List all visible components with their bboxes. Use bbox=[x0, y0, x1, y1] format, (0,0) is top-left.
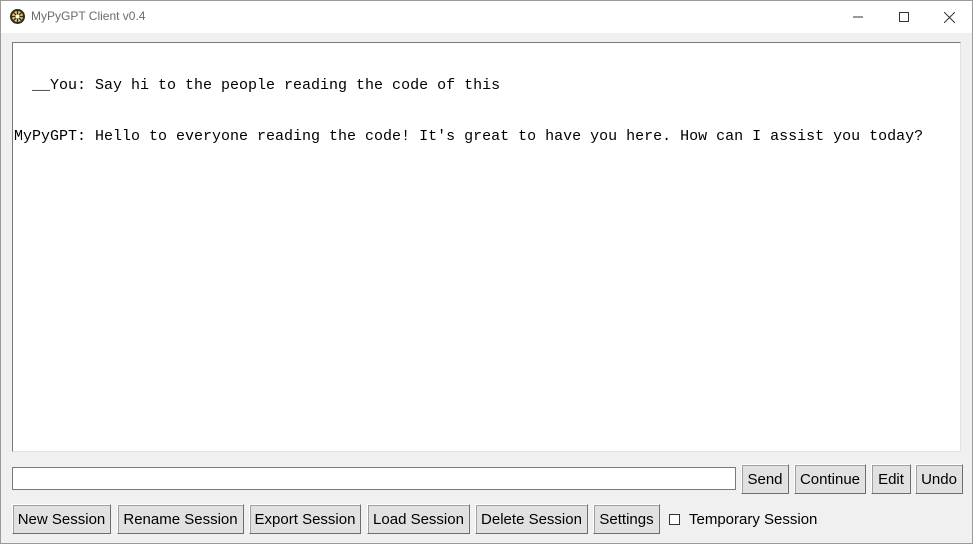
title-bar[interactable]: MyPyGPT Client v0.4 bbox=[1, 1, 972, 33]
edit-button[interactable]: Edit bbox=[871, 464, 911, 494]
app-logo-icon bbox=[9, 8, 26, 25]
rename-session-button[interactable]: Rename Session bbox=[117, 504, 244, 534]
window-title: MyPyGPT Client v0.4 bbox=[31, 9, 146, 23]
load-session-button[interactable]: Load Session bbox=[367, 504, 470, 534]
send-button[interactable]: Send bbox=[741, 464, 789, 494]
app-window: MyPyGPT Client v0.4 __You: Say hi to the… bbox=[0, 0, 973, 544]
chat-message-assistant: MyPyGPT: Hello to everyone reading the c… bbox=[14, 128, 924, 145]
temporary-session-label: Temporary Session bbox=[689, 510, 818, 528]
minimize-button[interactable] bbox=[835, 1, 881, 33]
close-icon bbox=[943, 11, 955, 23]
maximize-icon bbox=[899, 12, 909, 22]
continue-button[interactable]: Continue bbox=[794, 464, 866, 494]
temporary-session-toggle[interactable]: Temporary Session bbox=[669, 508, 817, 530]
maximize-button[interactable] bbox=[881, 1, 927, 33]
new-session-button[interactable]: New Session bbox=[12, 504, 111, 534]
chat-message-user: __You: Say hi to the people reading the … bbox=[14, 77, 501, 94]
message-input[interactable] bbox=[12, 467, 736, 490]
delete-session-button[interactable]: Delete Session bbox=[475, 504, 588, 534]
close-button[interactable] bbox=[926, 1, 972, 33]
minimize-icon bbox=[853, 16, 863, 18]
undo-button[interactable]: Undo bbox=[915, 464, 963, 494]
temporary-session-checkbox[interactable] bbox=[669, 513, 680, 525]
export-session-button[interactable]: Export Session bbox=[249, 504, 361, 534]
settings-button[interactable]: Settings bbox=[593, 504, 660, 534]
chat-history[interactable]: __You: Say hi to the people reading the … bbox=[12, 42, 961, 452]
